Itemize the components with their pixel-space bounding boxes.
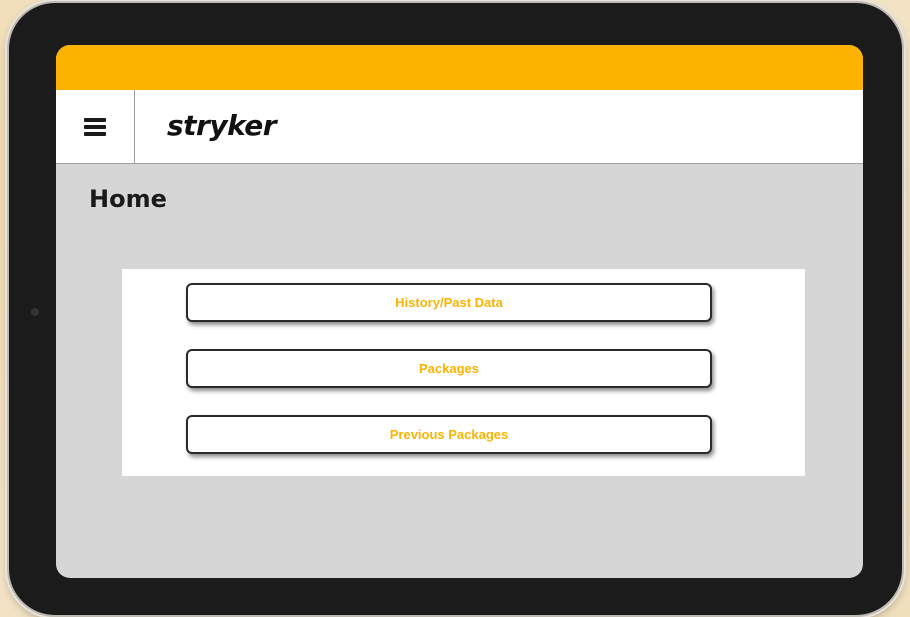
app-screen: stryker Home History/Past Data Packages … xyxy=(56,45,863,578)
app-header: stryker xyxy=(56,90,863,164)
camera-dot xyxy=(31,308,39,316)
stryker-logo: stryker xyxy=(167,109,277,142)
home-menu-card: History/Past Data Packages Previous Pack… xyxy=(122,269,805,476)
packages-button[interactable]: Packages xyxy=(186,349,712,388)
hamburger-menu-icon xyxy=(84,117,106,136)
status-bar xyxy=(56,45,863,90)
history-past-data-button[interactable]: History/Past Data xyxy=(186,283,712,322)
menu-button[interactable] xyxy=(56,90,135,163)
tablet-frame: stryker Home History/Past Data Packages … xyxy=(9,3,902,615)
previous-packages-button[interactable]: Previous Packages xyxy=(186,415,712,454)
page-title: Home xyxy=(89,185,167,213)
